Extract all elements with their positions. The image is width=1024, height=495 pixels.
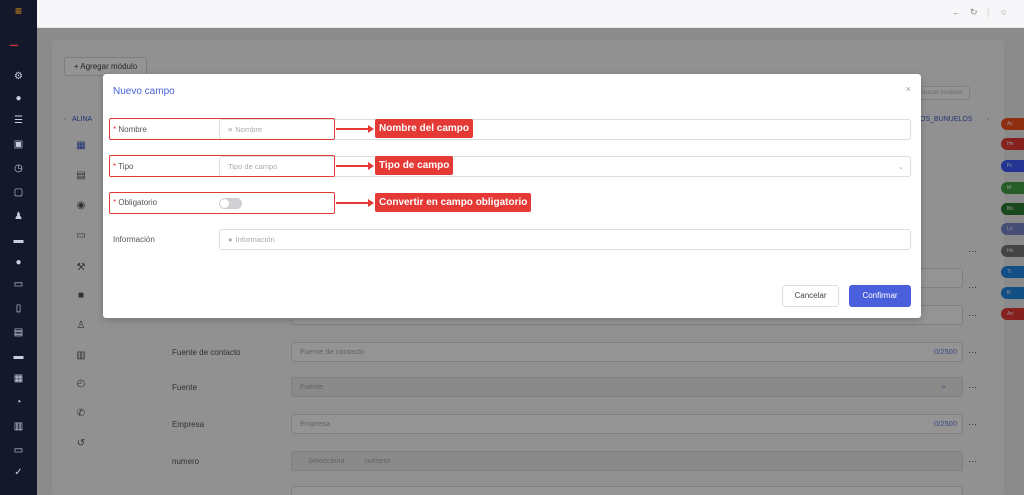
history-icon[interactable]: ◔ [11, 396, 26, 410]
check-icon[interactable]: ✓ [11, 466, 26, 480]
modal-title: Nuevo campo [113, 86, 175, 97]
power-icon[interactable]: ○ [1001, 7, 1006, 17]
cancel-button[interactable]: Cancelar [782, 285, 839, 307]
annotation-arrow [336, 199, 374, 207]
gear-icon[interactable]: ⚙ [11, 70, 26, 84]
bag-icon[interactable]: ▬ [11, 234, 26, 248]
top-bar: ← ↻ | ○ [37, 0, 1024, 28]
annotation-nombre: Nombre del campo [375, 119, 474, 138]
annotation-arrow [336, 162, 374, 170]
user-circle-icon[interactable]: ● [11, 92, 26, 106]
inbox-icon[interactable]: ▤ [11, 326, 26, 340]
menu-icon[interactable]: ≡ [0, 0, 37, 22]
briefcase-icon[interactable]: ▢ [11, 186, 26, 200]
confirm-button[interactable]: Confirmar [849, 285, 911, 307]
truck-icon[interactable]: ▭ [11, 444, 26, 458]
informacion-label: Información [113, 235, 155, 244]
logo: ▬▬ [10, 42, 18, 47]
annotation-arrow [336, 125, 374, 133]
annotation-box-tipo [109, 155, 335, 177]
arrow-left-icon[interactable]: ← [952, 7, 961, 17]
receipt-icon[interactable]: ▦ [11, 372, 26, 386]
annotation-obligatorio: Convertir en campo obligatorio [375, 193, 532, 212]
bar-chart-icon[interactable]: ▥ [11, 420, 26, 434]
annotation-box-obligatorio [109, 192, 335, 214]
chevron-down-icon: ⌄ [897, 162, 904, 171]
info-icon: ● [228, 235, 233, 244]
sidebar: ≡ ▬▬ ⚙ ● ☰ ▣ ◷ ▢ ♟ ▬ ● ▭ ▯ ▤ ▬ ▦ ◔ ▥ ▭ ✓ [0, 0, 37, 495]
monitor-icon[interactable]: ▬ [11, 350, 26, 364]
shop-icon[interactable]: ▯ [11, 302, 26, 316]
informacion-input[interactable]: ● Información [219, 229, 911, 250]
refresh-icon[interactable]: ↻ [970, 7, 978, 18]
annotation-tipo: Tipo de campo [375, 156, 454, 175]
id-card-icon[interactable]: ▣ [11, 138, 26, 152]
cart-icon[interactable]: ▭ [11, 278, 26, 292]
divider: | [987, 7, 990, 17]
document-icon[interactable]: ☰ [11, 114, 26, 128]
help-icon[interactable]: ● [11, 256, 26, 270]
annotation-box-nombre [109, 118, 335, 140]
close-icon[interactable]: × [906, 84, 911, 94]
person-icon[interactable]: ♟ [11, 210, 26, 224]
clock-icon[interactable]: ◷ [11, 162, 26, 176]
